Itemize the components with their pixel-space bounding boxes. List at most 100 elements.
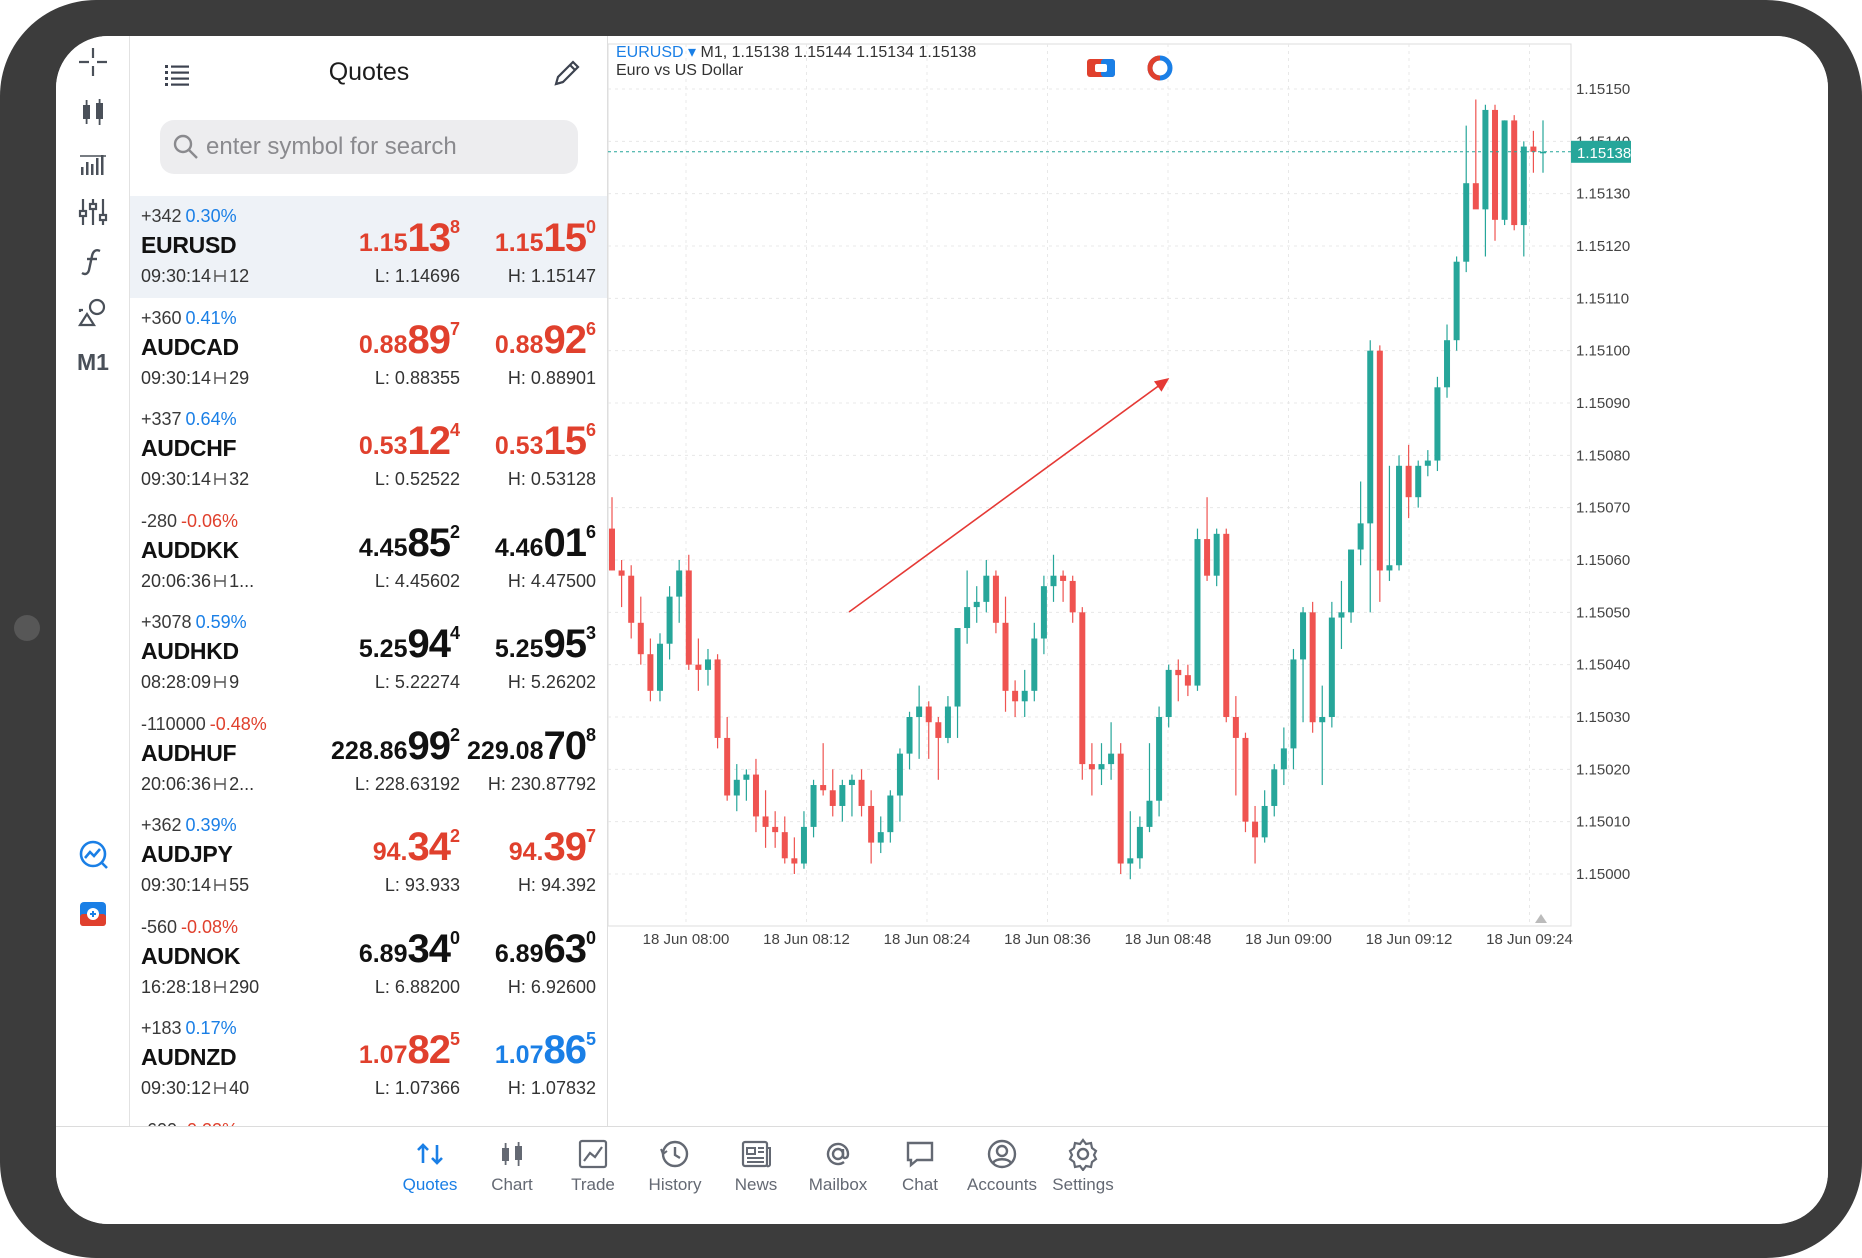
one-click-trading-icon[interactable] — [68, 892, 118, 936]
trading-signals-icon[interactable] — [68, 832, 118, 876]
time-value: 20:06:36 — [141, 773, 212, 794]
pencil-icon[interactable] — [550, 56, 584, 90]
candle-body — [829, 790, 836, 806]
candle-body — [1482, 109, 1489, 210]
at-sign-icon — [826, 1142, 850, 1166]
tab-history[interactable]: History — [635, 1137, 715, 1195]
symbol-row[interactable]: +342 0.30% EURUSD 09:30:14 12 1.15138 1.15150 L… — [130, 196, 607, 298]
search-input[interactable] — [206, 120, 566, 174]
signal-ring-icon[interactable] — [1146, 54, 1174, 82]
candle-body — [848, 779, 855, 786]
tab-news[interactable]: News — [716, 1137, 796, 1195]
ask-big: 15 — [543, 216, 586, 260]
tab-settings[interactable]: Settings — [1043, 1137, 1123, 1195]
candle-body — [1002, 622, 1009, 691]
low-price: L: 1.07366 — [374, 1078, 460, 1098]
symbol-row[interactable]: +362 0.39% AUDJPY 09:30:14 55 94.342 94.397 L: … — [130, 805, 607, 907]
tab-label: Settings — [1052, 1175, 1114, 1194]
function-icon[interactable] — [68, 240, 118, 284]
tab-chat[interactable]: Chat — [880, 1137, 960, 1195]
ask-big: 39 — [543, 825, 586, 869]
change-value: +362 — [141, 815, 182, 835]
change-percent: -0.08% — [181, 916, 239, 937]
ask-big: 01 — [543, 520, 586, 565]
candle-body — [1088, 764, 1095, 770]
objects-icon[interactable] — [68, 190, 118, 234]
bid-small: 228.86 — [331, 736, 408, 765]
change-points: -110000 -0.48% — [141, 714, 267, 735]
bid-sup: 7 — [449, 318, 460, 339]
candle-body — [810, 785, 817, 827]
symbol-name: AUDJPY — [141, 841, 233, 867]
quote-time: 09:30:14 12 — [141, 266, 249, 287]
symbol-row[interactable]: -110000 -0.48% AUDHUF 20:06:36 2... 228.86992… — [130, 704, 607, 806]
low-price: L: 5.22274 — [374, 672, 460, 692]
spread-value: 9 — [229, 672, 240, 692]
candle-body — [1127, 858, 1134, 864]
tab-chart[interactable]: Chart — [472, 1137, 552, 1195]
candle-body — [887, 795, 894, 833]
bid-price: 228.86992 — [331, 724, 460, 769]
current-price-label: 1.15138 — [1577, 145, 1631, 162]
tab-mailbox[interactable]: Mailbox — [798, 1137, 878, 1195]
change-points: +342 0.30% — [141, 206, 237, 227]
gear-icon — [1068, 1138, 1098, 1171]
indicators-icon[interactable] — [68, 140, 118, 184]
candle-body — [1060, 575, 1067, 581]
candle-body — [1156, 717, 1163, 801]
symbol-row[interactable]: +183 0.17% AUDNZD 09:30:12 40 1.07825 1.07865 L… — [130, 1008, 607, 1110]
bid-sup: 2 — [449, 521, 460, 542]
change-percent: -0.48% — [209, 713, 267, 734]
arrows-updown-icon — [417, 1143, 443, 1165]
quotes-header: Quotes — [130, 36, 607, 114]
symbol-row[interactable]: +360 0.41% AUDCAD 09:30:14 29 0.88897 0.88926 L… — [130, 298, 607, 400]
bid-sup: 4 — [449, 623, 460, 643]
ask-big: 70 — [543, 723, 586, 768]
price-axis-label: 1.15010 — [1576, 814, 1630, 831]
shapes-icon[interactable] — [68, 290, 118, 334]
symbol-row[interactable]: -560 -0.08% AUDNOK 16:28:18 290 6.89340 6.8963… — [130, 907, 607, 1009]
bid-big: 13 — [407, 216, 450, 260]
tab-accounts[interactable]: Accounts — [962, 1137, 1042, 1195]
change-points: +183 0.17% — [141, 1018, 237, 1039]
quote-time: 09:30:14 29 — [141, 368, 249, 389]
candle-body — [1175, 669, 1182, 676]
candle-body — [1136, 826, 1143, 859]
chart-type-icon[interactable] — [68, 90, 118, 134]
price-axis-label: 1.15020 — [1576, 761, 1630, 778]
clock-history-icon — [660, 1140, 689, 1168]
bid-big: 99 — [407, 723, 450, 768]
search-bar[interactable] — [160, 120, 578, 174]
symbol-name: EURUSD — [141, 232, 237, 258]
symbol-row[interactable]: +3078 0.59% AUDHKD 08:28:09 9 5.25944 5.25953 L… — [130, 602, 607, 704]
spread-value: 1... — [229, 570, 255, 591]
timeframe-button[interactable]: M1 — [68, 340, 118, 384]
symbol-row[interactable]: +337 0.64% AUDCHF 09:30:14 32 0.53124 0.53156 L… — [130, 399, 607, 501]
price-axis-label: 1.15080 — [1576, 447, 1630, 464]
candle-body — [1204, 539, 1211, 576]
price-chart[interactable]: 1.151501.151401.151301.151201.151101.151… — [608, 36, 1828, 1126]
tab-trade[interactable]: Trade — [553, 1137, 633, 1195]
candle-body — [954, 628, 961, 707]
low-price: L: 6.88200 — [374, 976, 460, 997]
candle-body — [637, 622, 644, 655]
time-axis-label: 18 Jun 08:24 — [884, 931, 971, 948]
page-title: Quotes — [328, 58, 410, 86]
spread-icon — [214, 473, 226, 485]
one-click-panel-icon[interactable] — [1086, 56, 1116, 80]
tab-label: Trade — [571, 1175, 615, 1194]
candle-body — [714, 659, 721, 738]
candle-body — [1396, 465, 1403, 566]
candle-body — [1184, 675, 1191, 686]
price-axis-label: 1.15040 — [1576, 657, 1630, 674]
chart-area[interactable]: 1.151501.151401.151301.151201.151101.151… — [608, 36, 1828, 1126]
chart-symbol[interactable]: EURUSD — [616, 44, 684, 61]
ask-small: 0.88 — [494, 330, 544, 359]
ask-price: 6.89630 — [495, 927, 596, 972]
camera-dot — [14, 615, 40, 641]
tab-quotes[interactable]: Quotes — [390, 1137, 470, 1195]
symbol-row[interactable]: -600-0.22% — [130, 1110, 607, 1127]
crosshair-icon[interactable] — [68, 40, 118, 84]
symbol-row[interactable]: -280 -0.06% AUDDKK 20:06:36 1... 4.45852 4.460… — [130, 501, 607, 603]
candles-icon — [502, 1142, 522, 1166]
